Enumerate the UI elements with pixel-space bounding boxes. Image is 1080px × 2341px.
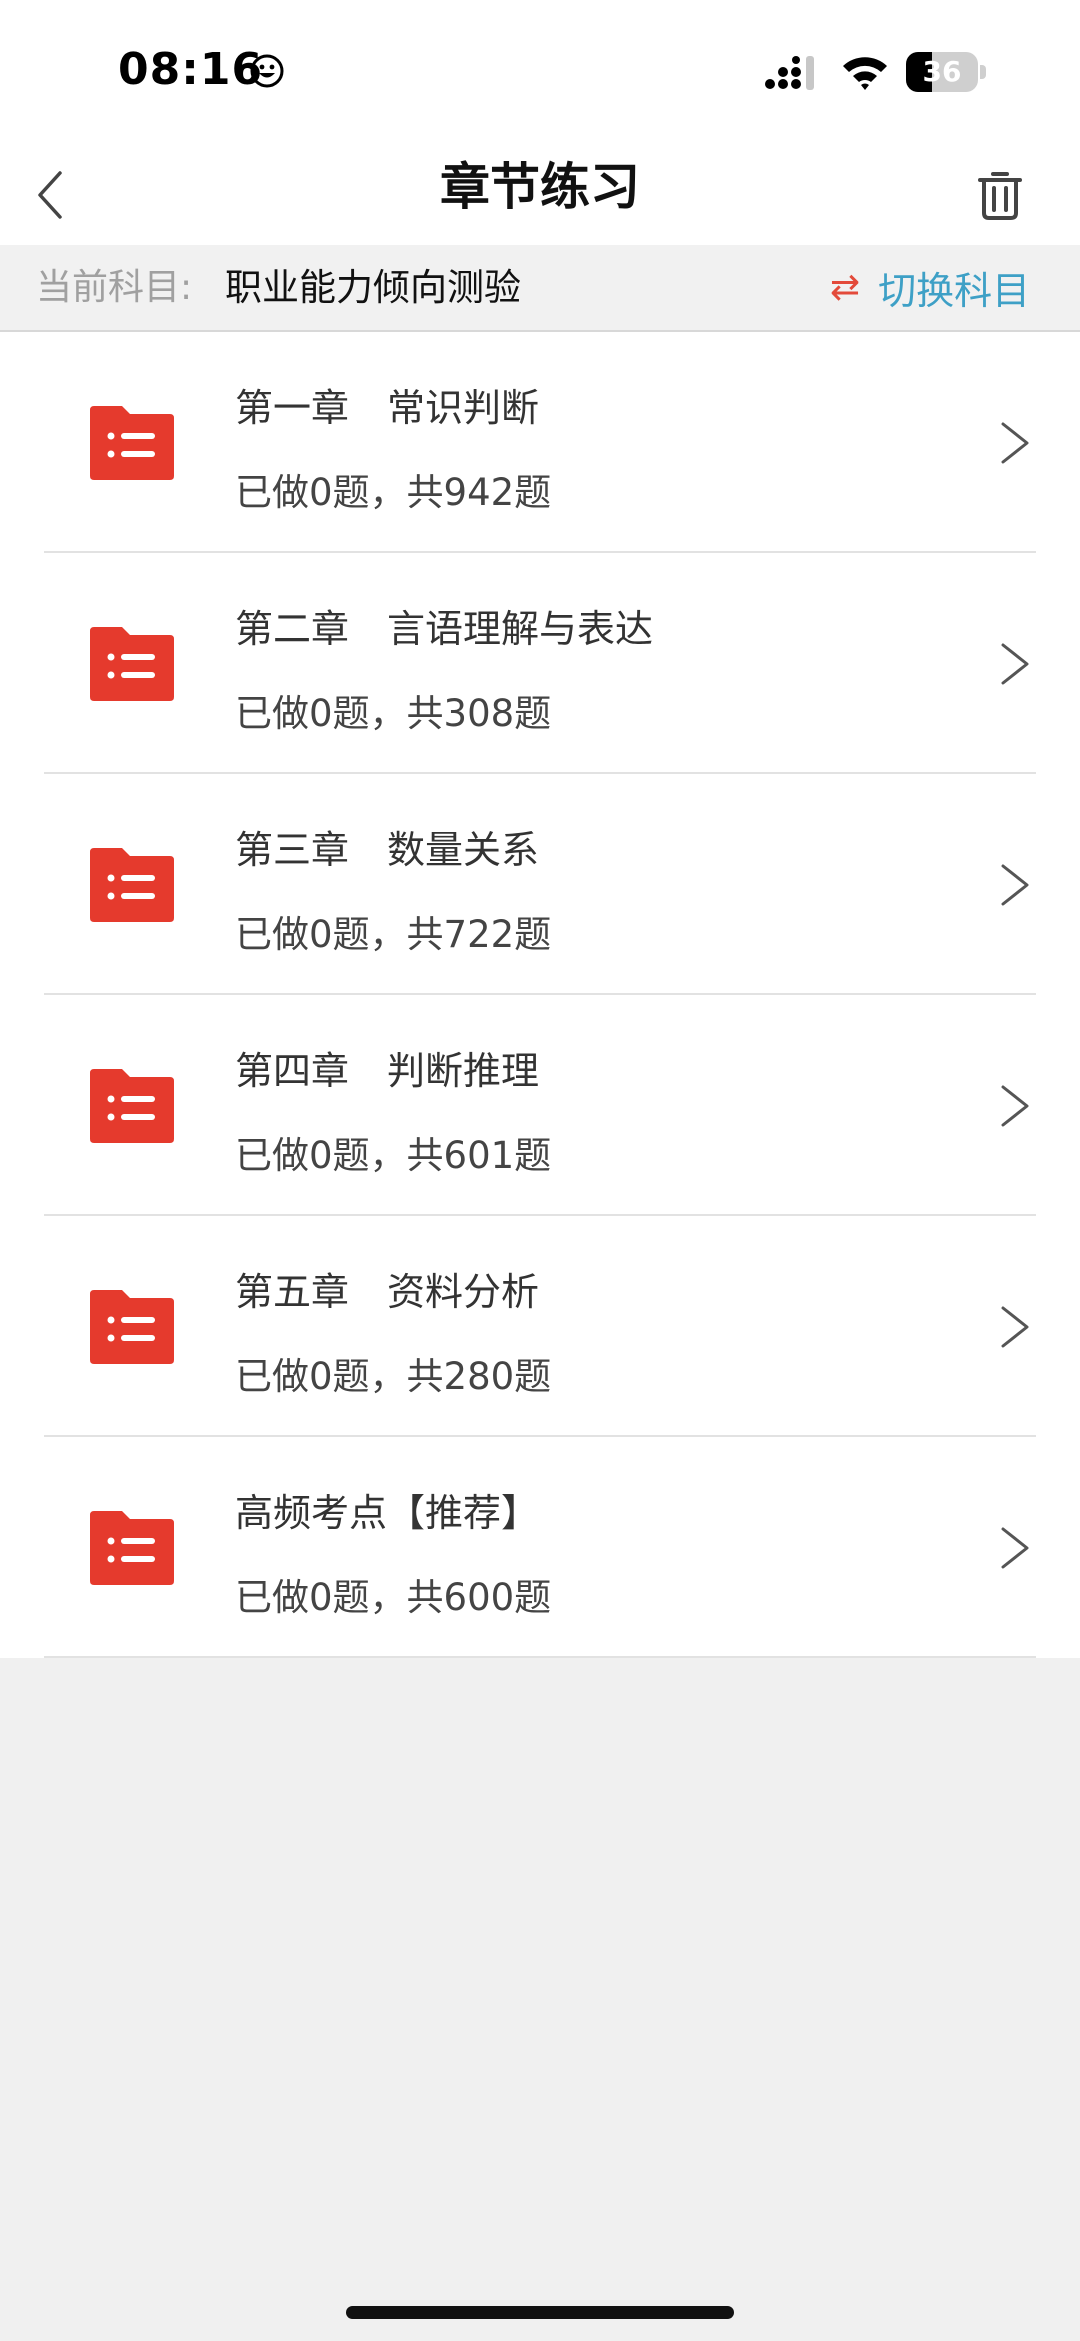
subject-value: 职业能力倾向测验 (225, 266, 521, 309)
folder-list-icon (90, 1511, 174, 1585)
subject-label: 当前科目: (36, 267, 193, 308)
chapter-row[interactable]: 第五章 资料分析 已做0题，共280题 (0, 1216, 1080, 1437)
battery-level: 36 (922, 55, 962, 88)
back-button[interactable] (20, 165, 80, 225)
chapter-title: 高频考点【推荐】 (235, 1491, 540, 1535)
chapter-title: 第一章 常识判断 (235, 386, 540, 430)
folder-list-icon (90, 1290, 174, 1364)
chapter-row[interactable]: 第四章 判断推理 已做0题，共601题 (0, 995, 1080, 1216)
chapter-progress: 已做0题，共601题 (235, 1134, 552, 1177)
chevron-left-icon (38, 171, 62, 219)
delete-button[interactable] (970, 163, 1030, 227)
chapter-progress: 已做0题，共308题 (235, 692, 552, 735)
status-bar: 08:16 36 (0, 0, 1080, 145)
divider (44, 1656, 1036, 1658)
chapter-row[interactable]: 第一章 常识判断 已做0题，共942题 (0, 332, 1080, 553)
folder-list-icon (90, 848, 174, 922)
chapter-title: 第三章 数量关系 (235, 828, 540, 872)
chevron-right-icon (1001, 1306, 1029, 1348)
chapter-row[interactable]: 高频考点【推荐】 已做0题，共600题 (0, 1437, 1080, 1658)
swap-arrows-icon: ⇄ (830, 267, 861, 308)
status-time: 08:16 (118, 44, 264, 95)
folder-list-icon (90, 627, 174, 701)
home-indicator[interactable] (346, 2306, 734, 2319)
chapter-progress: 已做0题，共600题 (235, 1576, 552, 1619)
chevron-right-icon (1001, 643, 1029, 685)
chapter-title: 第二章 言语理解与表达 (235, 607, 654, 651)
chapter-progress: 已做0题，共722题 (235, 913, 552, 956)
switch-subject-label: 切换科目 (878, 269, 1031, 313)
trash-icon (978, 172, 1022, 220)
smiley-icon (250, 54, 284, 88)
chapter-title: 第四章 判断推理 (235, 1049, 540, 1093)
chapter-progress: 已做0题，共942题 (235, 471, 552, 514)
subject-bar: 当前科目: 职业能力倾向测验 ⇄ 切换科目 (0, 245, 1080, 332)
nav-bar: 章节练习 (0, 145, 1080, 245)
battery-icon: 36 (906, 52, 986, 92)
chevron-right-icon (1001, 422, 1029, 464)
cellular-signal-icon (765, 56, 814, 90)
folder-list-icon (90, 406, 174, 480)
page-title: 章节练习 (440, 158, 640, 216)
switch-subject-button[interactable]: ⇄ 切换科目 (830, 245, 1030, 330)
chapter-row[interactable]: 第三章 数量关系 已做0题，共722题 (0, 774, 1080, 995)
chapter-title: 第五章 资料分析 (235, 1270, 540, 1314)
chapter-progress: 已做0题，共280题 (235, 1355, 552, 1398)
chapter-row[interactable]: 第二章 言语理解与表达 已做0题，共308题 (0, 553, 1080, 774)
folder-list-icon (90, 1069, 174, 1143)
wifi-icon (843, 57, 887, 90)
chevron-right-icon (1001, 864, 1029, 906)
chevron-right-icon (1001, 1085, 1029, 1127)
chevron-right-icon (1001, 1527, 1029, 1569)
chapter-list: 第一章 常识判断 已做0题，共942题 第二章 言语理解与表达 已做0题，共30… (0, 332, 1080, 1658)
